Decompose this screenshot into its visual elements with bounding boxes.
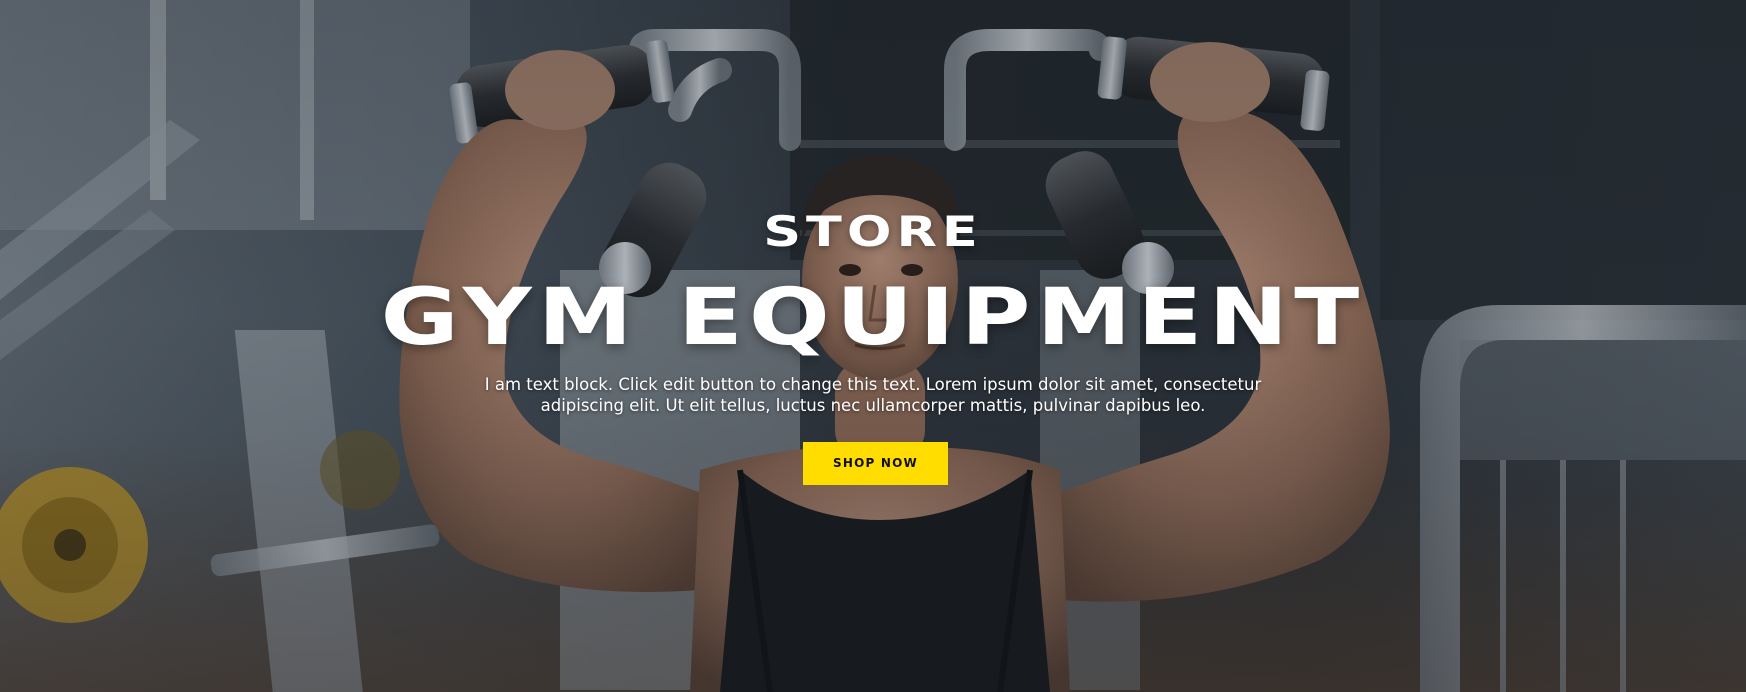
hero-eyebrow: STORE (763, 207, 983, 256)
hero-headline: GYM EQUIPMENT (380, 273, 1366, 363)
hero-content: STORE GYM EQUIPMENT I am text block. Cli… (0, 0, 1746, 692)
shop-now-button[interactable]: SHOP NOW (803, 442, 948, 485)
hero-body-text: I am text block. Click edit button to ch… (484, 375, 1262, 415)
hero-section: STORE GYM EQUIPMENT I am text block. Cli… (0, 0, 1746, 692)
